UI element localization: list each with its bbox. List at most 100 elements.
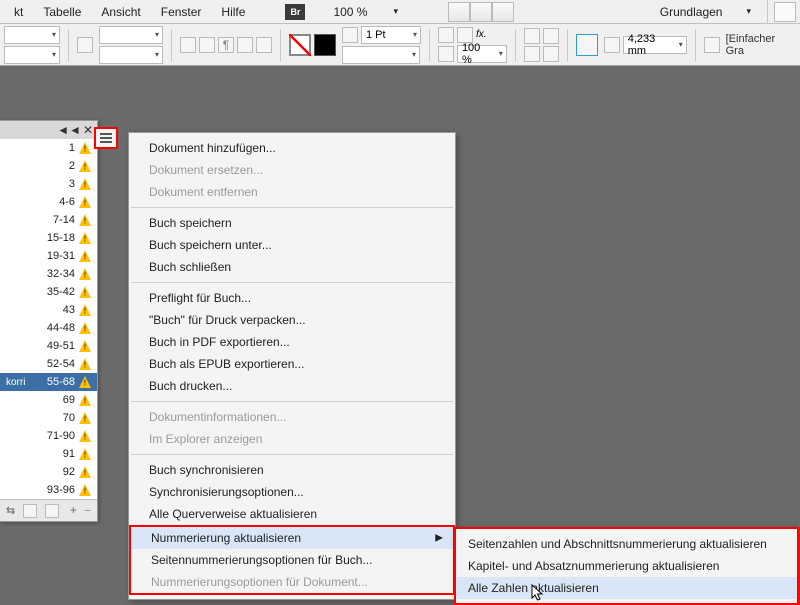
menu-replace-document: Dokument ersetzen... [129,159,455,181]
book-row[interactable]: 69 [0,391,97,409]
book-row[interactable]: 32-34 [0,265,97,283]
book-row-pages: 52-54 [47,358,75,370]
menu-tabelle[interactable]: Tabelle [33,5,91,19]
menu-sync-options[interactable]: Synchronisierungsoptionen... [129,481,455,503]
bridge-icon[interactable]: Br [285,4,305,20]
search-icon[interactable] [774,2,796,22]
book-row[interactable]: 4-6 [0,193,97,211]
menu-export-epub[interactable]: Buch als EPUB exportieren... [129,353,455,375]
height-select[interactable] [99,46,163,64]
book-document-list[interactable]: 1 2 3 4-67-1415-18 19-31 32-3435-424344-48 49-… [0,139,97,499]
stroke-weight-stepper[interactable] [342,27,358,43]
book-row[interactable]: 3 [0,175,97,193]
book-row[interactable]: 15-18 [0,229,97,247]
book-row[interactable]: 44-48 [0,319,97,337]
fx-icon-1[interactable] [438,27,454,43]
warning-icon [79,394,91,406]
fill-swatch[interactable] [314,34,336,56]
pilcrow-icon[interactable]: ¶ [218,37,234,53]
menu-hilfe[interactable]: Hilfe [211,5,255,19]
book-row[interactable]: 52-54 [0,355,97,373]
panel-menu-button[interactable] [94,127,118,149]
print-book-icon[interactable] [45,504,59,518]
book-row[interactable]: 2 [0,157,97,175]
book-row-label: korri [6,377,25,388]
workspace-dropdown-icon[interactable]: ▾ [736,6,761,17]
textwrap-icon-1[interactable] [237,37,253,53]
corner-icon[interactable] [704,37,720,53]
fit-icon-1[interactable] [524,28,540,44]
menu-export-pdf[interactable]: Buch in PDF exportieren... [129,331,455,353]
book-row[interactable]: 49-51 [0,337,97,355]
fit-icon-4[interactable] [543,46,559,62]
stroke-style-select[interactable] [342,46,420,64]
menu-fenster[interactable]: Fenster [151,5,212,19]
book-row[interactable]: 1 [0,139,97,157]
panel-close-icon[interactable]: ✕ [83,123,93,137]
book-row[interactable]: korri55-68 [0,373,97,391]
opacity-select[interactable]: 100 % [457,45,507,63]
book-row-pages: 93-96 [47,484,75,496]
menu-package[interactable]: "Buch" für Druck verpacken... [129,309,455,331]
submenu-page-section-numbers[interactable]: Seitenzahlen und Abschnittsnummerierung … [456,533,797,555]
panel-collapse-icon[interactable]: ◄◄ [57,123,81,137]
dim-value[interactable]: 4,233 mm [623,36,687,54]
menu-update-numbering[interactable]: Nummerierung aktualisieren ▶ [131,527,453,549]
book-row[interactable]: 92 [0,463,97,481]
book-panel-footer: ⇆ + − [0,499,97,521]
textwrap-icon-2[interactable] [256,37,272,53]
menu-add-document[interactable]: Dokument hinzufügen... [129,137,455,159]
submenu-chapter-para-numbers[interactable]: Kapitel- und Absatznummerierung aktualis… [456,555,797,577]
menu-update-xrefs[interactable]: Alle Querverweise aktualisieren [129,503,455,525]
menu-save-book-as[interactable]: Buch speichern unter... [129,234,455,256]
stroke-swatch[interactable] [289,34,311,56]
dim-stepper[interactable] [604,37,620,53]
book-row[interactable]: 7-14 [0,211,97,229]
stroke-weight-select[interactable]: 1 Pt [361,26,421,44]
menu-page-numbering-options[interactable]: Seitennummerierungsoptionen für Buch... [131,549,453,571]
zoom-level[interactable]: 100 % [323,5,377,19]
book-row[interactable]: 93-96 [0,481,97,499]
para-style-select[interactable] [4,26,60,44]
opacity-icon[interactable] [438,46,454,62]
anchor-icon-1[interactable] [180,37,196,53]
menu-sync-book[interactable]: Buch synchronisieren [129,459,455,481]
menu-kt[interactable]: kt [4,5,33,19]
chain-icon[interactable] [77,37,93,53]
menu-print-book[interactable]: Buch drucken... [129,375,455,397]
zoom-dropdown-icon[interactable]: ▾ [383,6,408,17]
view-mode-icon-1[interactable] [448,2,470,22]
book-row[interactable]: 71-90 [0,427,97,445]
book-row-pages: 1 [69,142,75,154]
book-row[interactable]: 70 [0,409,97,427]
view-mode-icon-3[interactable] [492,2,514,22]
menu-preflight[interactable]: Preflight für Buch... [129,287,455,309]
frame-edges-icon[interactable] [576,34,598,56]
anchor-icon-2[interactable] [199,37,215,53]
workspace-switcher[interactable]: Grundlagen [650,5,733,19]
book-row[interactable]: 35-42 [0,283,97,301]
fx-icon-2[interactable] [457,27,473,43]
fit-icon-3[interactable] [524,46,540,62]
char-style-select[interactable] [4,46,60,64]
add-doc-icon[interactable]: + [70,505,76,517]
warning-icon [79,232,91,244]
menu-ansicht[interactable]: Ansicht [91,5,150,19]
book-row-pages: 3 [69,178,75,190]
book-row-pages: 91 [63,448,75,460]
remove-doc-icon[interactable]: − [85,505,91,517]
submenu-all-numbers[interactable]: Alle Zahlen aktualisieren [456,577,797,599]
book-row[interactable]: 91 [0,445,97,463]
book-row[interactable]: 43 [0,301,97,319]
width-select[interactable] [99,26,163,44]
view-mode-icon-2[interactable] [470,2,492,22]
sync-book-icon[interactable]: ⇆ [6,504,15,517]
book-row[interactable]: 19-31 [0,247,97,265]
fx-label[interactable]: fx. [476,29,487,40]
fit-icon-2[interactable] [543,28,559,44]
menu-save-book[interactable]: Buch speichern [129,212,455,234]
book-row-pages: 49-51 [47,340,75,352]
save-book-icon[interactable] [23,504,37,518]
book-row-pages: 19-31 [47,250,75,262]
menu-close-book[interactable]: Buch schließen [129,256,455,278]
